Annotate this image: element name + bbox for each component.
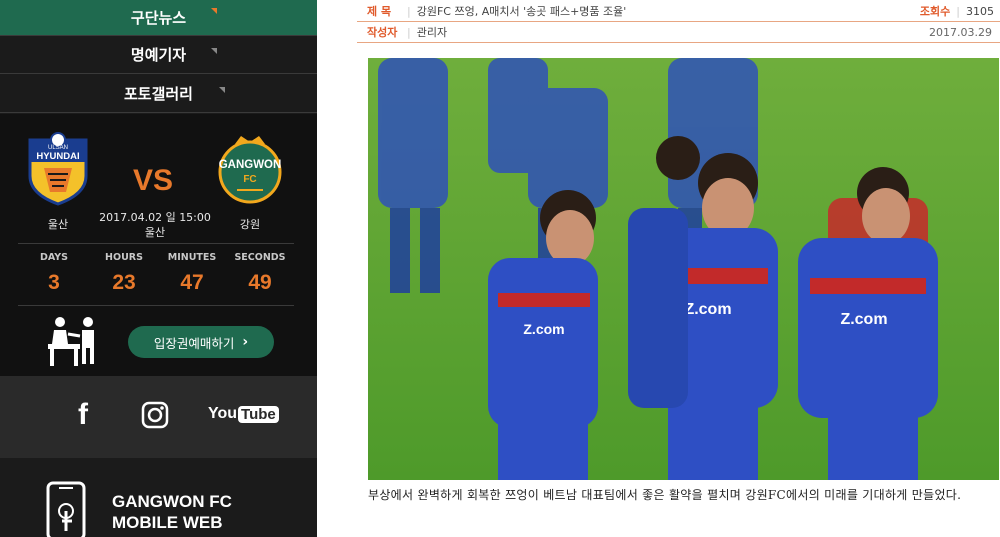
- countdown-days: DAYS 3: [22, 252, 86, 295]
- smartphone-tap-icon: [46, 481, 86, 537]
- match-date: 2017.04.02 일 15:00: [99, 211, 211, 224]
- divider: [18, 305, 294, 306]
- triangle-icon: [219, 87, 225, 93]
- team-training-photo: Z.com Z.com Z.com: [368, 58, 999, 480]
- youtube-icon[interactable]: You Tube: [208, 405, 279, 423]
- home-team-name: 울산: [47, 218, 69, 231]
- match-datetime: 2017.04.02 일 15:00 울산: [95, 210, 215, 240]
- photo-caption: 부상에서 완벽하게 회복한 쯔엉이 베트남 대표팀에서 좋은 활약을 펼치며 강…: [368, 488, 962, 502]
- mobile-web-link[interactable]: GANGWON FC MOBILE WEB: [0, 459, 317, 537]
- countdown-unit: DAYS: [39, 252, 69, 263]
- separator: |: [407, 25, 411, 39]
- chevron-right-icon: ›: [242, 334, 249, 350]
- away-team-name: 강원: [239, 218, 261, 231]
- countdown-value: 23: [112, 271, 136, 294]
- divider: [357, 42, 1000, 43]
- article-date: 2017.03.29: [929, 25, 992, 39]
- views-count: 3105: [966, 4, 994, 18]
- social-links: f You Tube: [0, 376, 317, 458]
- home-team[interactable]: ULSAN HYUNDAI 울산: [18, 132, 98, 232]
- nav-item-label: 구단뉴스: [130, 9, 187, 27]
- article-title: 강원FC 쯔엉, A매치서 '송곳 패스+명품 조율': [416, 5, 627, 18]
- countdown-value: 49: [248, 271, 272, 294]
- svg-text:Z.com: Z.com: [523, 321, 564, 337]
- ticket-booking-button[interactable]: 입장권예매하기 ›: [128, 326, 274, 358]
- countdown-value: 47: [180, 271, 204, 294]
- countdown-unit: MINUTES: [167, 252, 217, 263]
- separator: |: [407, 4, 411, 18]
- triangle-icon: [211, 48, 217, 54]
- countdown-seconds: SECONDS 49: [228, 252, 292, 295]
- countdown-value: 3: [48, 271, 60, 294]
- author-key: 작성자: [367, 26, 398, 39]
- nav-item-honorary-reporter[interactable]: 명예기자: [0, 36, 317, 74]
- svg-text:Z.com: Z.com: [684, 301, 731, 318]
- views-key: 조회수: [919, 5, 951, 18]
- nav-item-photo-gallery[interactable]: 포토갤러리: [0, 75, 317, 113]
- countdown-minutes: MINUTES 47: [160, 252, 224, 295]
- mobile-web-text: GANGWON FC MOBILE WEB: [112, 491, 232, 533]
- youtube-you-text: You: [208, 405, 238, 422]
- triangle-icon: [211, 8, 217, 14]
- next-match-widget: ULSAN HYUNDAI 울산 VS GANGWON FC 강원 2017.0…: [0, 114, 317, 376]
- nav-item-club-news[interactable]: 구단뉴스: [0, 0, 317, 36]
- away-team[interactable]: GANGWON FC 강원: [210, 132, 290, 232]
- sidebar: 구단뉴스 명예기자 포토갤러리 ULSAN HYUNDAI 울산 VS GANG…: [0, 0, 317, 537]
- mobile-web-line1: GANGWON FC: [112, 492, 232, 511]
- ticket-booth-icon: [48, 317, 94, 366]
- nav-item-label: 포토갤러리: [123, 85, 193, 103]
- article-photo: Z.com Z.com Z.com: [368, 58, 999, 480]
- facebook-icon[interactable]: f: [78, 398, 88, 432]
- svg-text:FC: FC: [243, 174, 256, 185]
- ulsan-hyundai-logo: ULSAN HYUNDAI: [28, 132, 88, 206]
- mobile-web-line2: MOBILE WEB: [112, 513, 223, 532]
- svg-text:GANGWON: GANGWON: [219, 159, 282, 171]
- gangwon-fc-logo: GANGWON FC: [218, 136, 282, 204]
- title-key: 제 목: [367, 5, 392, 18]
- svg-text:HYUNDAI: HYUNDAI: [36, 151, 79, 162]
- instagram-icon[interactable]: [141, 401, 169, 429]
- vs-label: VS: [133, 164, 174, 197]
- countdown-hours: HOURS 23: [92, 252, 156, 295]
- article-author: 관리자: [416, 26, 448, 39]
- svg-text:Z.com: Z.com: [840, 311, 887, 328]
- match-venue: 울산: [144, 226, 166, 239]
- article-title-row: 제 목 | 강원FC 쯔엉, A매치서 '송곳 패스+명품 조율' 조회수 | …: [357, 1, 1000, 21]
- youtube-tube-text: Tube: [238, 405, 279, 423]
- article-author-row: 작성자 | 관리자 2017.03.29: [357, 22, 1000, 42]
- countdown-unit: SECONDS: [234, 252, 286, 263]
- separator: |: [956, 4, 960, 18]
- page: 구단뉴스 명예기자 포토갤러리 ULSAN HYUNDAI 울산 VS GANG…: [0, 0, 1000, 537]
- nav-item-label: 명예기자: [130, 46, 187, 64]
- ticket-booking-label: 입장권예매하기: [153, 335, 235, 351]
- divider: [18, 243, 294, 244]
- countdown-unit: HOURS: [105, 252, 143, 263]
